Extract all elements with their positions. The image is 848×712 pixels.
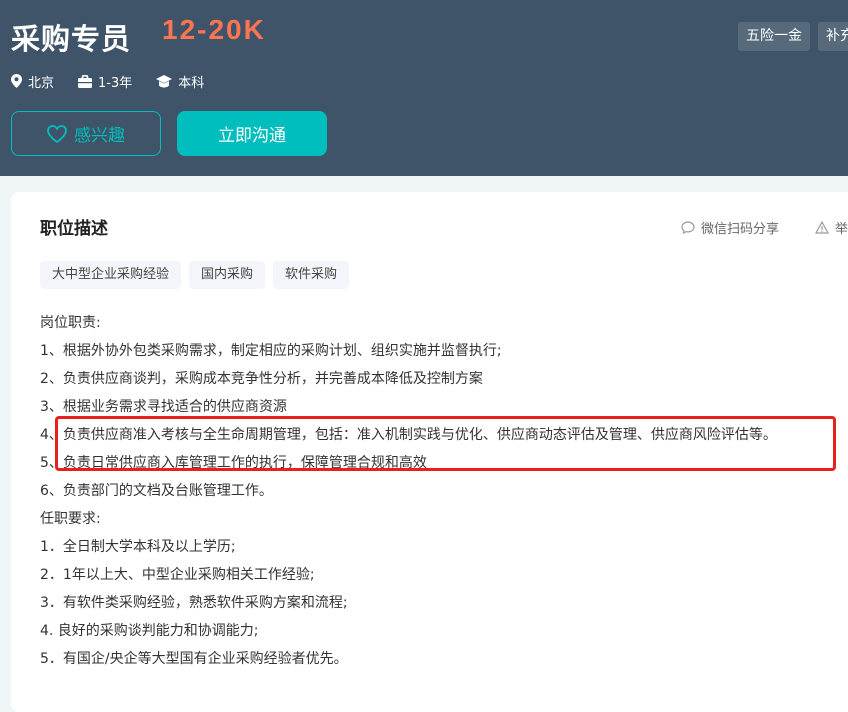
- description-line: 1、根据外协外包类采购需求，制定相应的采购计划、组织实施并监督执行;: [40, 343, 502, 359]
- skill-tag: 软件采购: [273, 261, 350, 289]
- description-line: 6、负责部门的文档及台账管理工作。: [40, 483, 273, 499]
- location-meta: 北京: [11, 72, 54, 91]
- job-description-card: 职位描述 微信扫码分享 举 大中型企业采购经验 国内采购 软件采购 岗位职责: …: [11, 192, 848, 712]
- highlight-annotation: [55, 416, 836, 471]
- interest-label: 感兴趣: [74, 126, 125, 146]
- benefit-tag: 五险一金: [738, 22, 810, 51]
- chat-bubble-icon: [681, 221, 695, 234]
- share-label: 微信扫码分享: [701, 222, 780, 237]
- description-line: 5．有国企/央企等大型国有企业采购经验者优先。: [40, 651, 348, 667]
- description-line: 岗位职责:: [40, 315, 101, 331]
- chat-now-button[interactable]: 立即沟通: [177, 111, 327, 156]
- description-line: 4. 良好的采购谈判能力和协调能力;: [40, 623, 259, 639]
- job-description-text: 岗位职责: 1、根据外协外包类采购需求，制定相应的采购计划、组织实施并监督执行;…: [40, 313, 777, 677]
- skill-tag: 国内采购: [189, 261, 266, 289]
- report-label: 举: [835, 222, 848, 237]
- education-text: 本科: [178, 75, 205, 91]
- job-header: 采购专员 12-20K 五险一金 补充 北京 1-3年 本科 感兴趣 立即沟通: [0, 0, 848, 176]
- briefcase-icon: [78, 74, 93, 88]
- job-meta: 北京 1-3年 本科: [11, 72, 228, 91]
- experience-text: 1-3年: [98, 75, 133, 91]
- education-meta: 本科: [156, 72, 204, 91]
- graduation-cap-icon: [156, 74, 173, 87]
- description-line: 1．全日制大学本科及以上学历;: [40, 539, 236, 555]
- description-line: 2．1年以上大、中型企业采购相关工作经验;: [40, 567, 315, 583]
- location-text: 北京: [28, 75, 55, 91]
- job-title: 采购专员: [11, 22, 132, 56]
- experience-meta: 1-3年: [78, 72, 132, 91]
- warning-icon: [815, 221, 829, 234]
- section-title: 职位描述: [40, 219, 108, 239]
- location-pin-icon: [11, 74, 22, 88]
- skill-tag: 大中型企业采购经验: [40, 261, 182, 289]
- report-link[interactable]: 举: [815, 218, 848, 237]
- benefit-tag: 补充: [818, 22, 848, 51]
- skill-tags: 大中型企业采购经验 国内采购 软件采购: [40, 261, 357, 289]
- salary: 12-20K: [162, 14, 266, 45]
- description-line: 2、负责供应商谈判，采购成本竞争性分析，并完善成本降低及控制方案: [40, 371, 483, 387]
- description-line: 3．有软件类采购经验，熟悉软件采购方案和流程;: [40, 595, 348, 611]
- description-line: 任职要求:: [40, 511, 101, 527]
- interest-button[interactable]: 感兴趣: [11, 111, 161, 156]
- heart-icon: [47, 124, 67, 143]
- wechat-share-link[interactable]: 微信扫码分享: [681, 218, 779, 237]
